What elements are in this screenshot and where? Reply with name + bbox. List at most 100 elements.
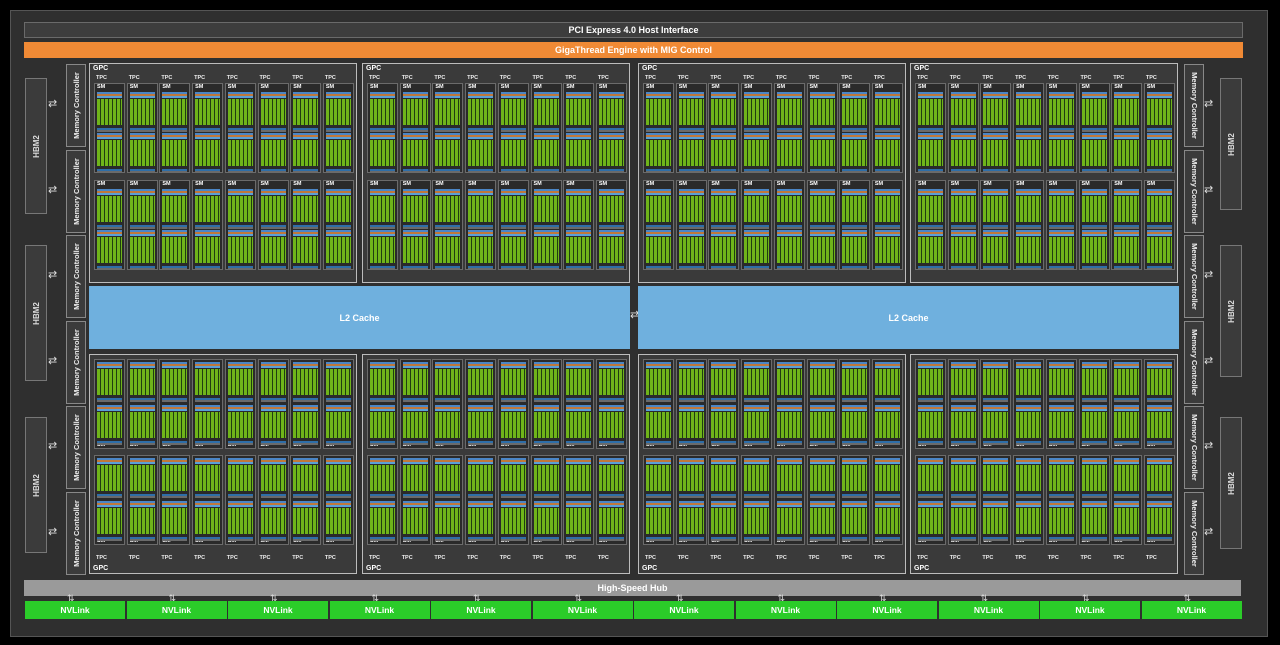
sm-core-cluster: [500, 458, 526, 498]
pcie-host-interface: PCI Express 4.0 Host Interface: [24, 22, 1243, 38]
hbm-stack-right-1: HBM2: [1220, 78, 1242, 210]
sm-core-cluster: [370, 501, 395, 541]
sm-core-cluster: [809, 362, 835, 402]
sm-label: SM: [983, 84, 992, 90]
nvlink-port-9: NVLink: [837, 601, 937, 619]
sm-core-cluster: [1048, 405, 1074, 445]
tpc-label: TPC: [841, 75, 853, 81]
sm-core-cluster: [1081, 362, 1107, 402]
sm-core-cluster: [983, 362, 1009, 402]
sm-core-cluster: [950, 189, 976, 229]
sm-core-cluster: [435, 458, 461, 498]
tpc-block: TPC SM SM: [563, 75, 595, 270]
memory-controller-label: Memory Controller: [71, 157, 81, 225]
sm-block: SM: [159, 180, 191, 270]
tpc-label: TPC: [949, 555, 961, 561]
sm-core-cluster: [566, 189, 592, 229]
tpc-label: TPC: [917, 555, 928, 561]
tpc-block: TPC SM SM: [159, 75, 191, 270]
sm-core-cluster: [129, 230, 155, 269]
sm-core-cluster: [1081, 133, 1107, 172]
sm-label: SM: [566, 181, 575, 187]
sm-core-cluster: [776, 362, 802, 402]
sm-core-cluster: [1081, 92, 1107, 132]
sm-block: SM: [497, 83, 529, 173]
gpc-block: GPC TPC SM SM TPC SM SM TPC SM SM TPC SM SM TPC SM SM TP…: [89, 354, 357, 574]
sm-core-cluster: [809, 501, 835, 541]
sm-block: SM: [465, 180, 497, 270]
sm-core-cluster: [1114, 362, 1140, 402]
tpc-block: TPC SM SM: [192, 75, 224, 270]
tpc-block: TPC SM SM: [1111, 75, 1143, 270]
sm-core-cluster: [842, 133, 868, 172]
tpc-block: TPC SM SM: [290, 359, 322, 561]
sm-core-cluster: [744, 189, 770, 229]
sm-label: SM: [325, 84, 335, 90]
tpc-label: TPC: [259, 75, 271, 81]
memory-controller-right-5: Memory Controller: [1184, 406, 1204, 489]
sm-core-cluster: [1016, 405, 1042, 445]
tpc-block: TPC SM SM: [595, 359, 627, 561]
sm-core-cluster: [874, 133, 900, 172]
sm-core-cluster: [598, 501, 624, 541]
sm-core-cluster: [293, 405, 319, 445]
sm-core-cluster: [162, 458, 188, 498]
tpc-label: TPC: [808, 75, 820, 81]
sm-block: SM: [367, 359, 398, 449]
tpc-label: TPC: [982, 75, 994, 81]
memory-controller-left-2: Memory Controller: [66, 149, 86, 233]
sm-block: SM: [806, 83, 838, 173]
sm-core-cluster: [646, 189, 671, 229]
sm-core-cluster: [809, 189, 835, 229]
tpc-block: TPC SM SM: [530, 75, 562, 270]
tpc-block: TPC SM SM: [257, 75, 289, 270]
tpc-label: TPC: [434, 75, 446, 81]
sm-core-cluster: [402, 362, 428, 402]
tpc-label: TPC: [982, 555, 994, 561]
sm-block: SM: [399, 359, 431, 449]
sm-block: SM: [839, 455, 871, 545]
sm-block: SM: [399, 180, 431, 270]
sm-block: SM: [871, 359, 903, 449]
sm-block: SM: [257, 455, 289, 545]
sm-core-cluster: [983, 230, 1009, 269]
tpc-label: TPC: [532, 75, 544, 81]
memory-controller-right-6: Memory Controller: [1184, 491, 1204, 575]
sm-label: SM: [468, 181, 477, 187]
sm-core-cluster: [874, 230, 900, 269]
sm-core-cluster: [744, 362, 770, 402]
sm-core-cluster: [711, 405, 737, 445]
gpc-label: GPC: [93, 65, 109, 72]
sm-core-cluster: [566, 362, 592, 402]
tpc-label: TPC: [1080, 555, 1092, 561]
tpc-label: TPC: [873, 75, 885, 81]
tpc-block: TPC SM SM: [1078, 75, 1110, 270]
sm-core-cluster: [435, 230, 461, 269]
sm-block: SM: [1013, 83, 1045, 173]
sm-block: SM: [675, 180, 707, 270]
sm-block: SM: [432, 359, 464, 449]
sm-block: SM: [465, 83, 497, 173]
sm-core-cluster: [195, 133, 221, 172]
tpc-block: TPC SM SM: [94, 359, 125, 561]
sm-block: SM: [773, 83, 805, 173]
sm-core-cluster: [983, 458, 1009, 498]
sm-core-cluster: [402, 133, 428, 172]
sm-core-cluster: [195, 189, 221, 229]
sm-block: SM: [773, 455, 805, 545]
tpc-block: TPC SM SM: [839, 359, 871, 561]
tpc-block: TPC SM SM: [224, 75, 256, 270]
sm-core-cluster: [842, 362, 868, 402]
sm-core-cluster: [776, 92, 802, 132]
sm-block: SM: [367, 180, 398, 270]
sm-core-cluster: [678, 501, 704, 541]
sm-core-cluster: [402, 405, 428, 445]
sm-core-cluster: [1016, 133, 1042, 172]
sm-core-cluster: [711, 458, 737, 498]
tpc-label: TPC: [645, 75, 656, 81]
tpc-block: TPC SM SM: [399, 359, 431, 561]
tpc-block: TPC SM SM: [947, 75, 979, 270]
sm-block: SM: [1078, 455, 1110, 545]
sm-block: SM: [1013, 359, 1045, 449]
tpc-label: TPC: [324, 75, 336, 81]
